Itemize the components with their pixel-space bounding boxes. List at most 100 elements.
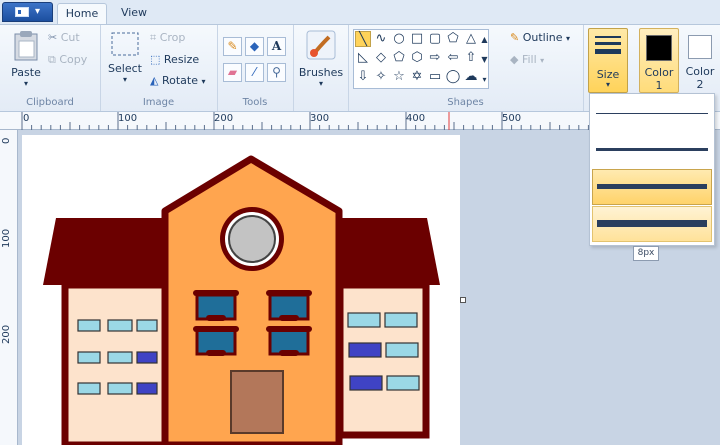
tab-home[interactable]: Home [57, 3, 107, 24]
copy-label: Copy [59, 53, 88, 66]
outline-button[interactable]: ✎ Outline ▾ [510, 31, 570, 44]
left-wing-windows [77, 319, 158, 395]
size-option-1px[interactable] [592, 96, 712, 132]
paint-menu-icon [15, 7, 29, 17]
brushes-button[interactable]: Brushes ▾ [298, 29, 344, 88]
ribbon-tab-bar: ▾ Home View [0, 0, 720, 24]
shapes-group-label: Shapes [447, 97, 484, 108]
color-picker-icon[interactable]: ⁄ [245, 63, 264, 82]
star-six-shape-icon[interactable]: ✡ [409, 69, 425, 85]
color1-swatch [646, 35, 672, 61]
ruler-label: 0 [23, 113, 30, 124]
magnifier-icon[interactable]: ⚲ [267, 63, 286, 82]
size-line-icon [595, 36, 621, 38]
copy-icon: ⧉ [48, 53, 56, 66]
image-group: Select ▾ ⌗ Crop ⬚ Resize ◭ Rotate ▾ Imag… [100, 25, 218, 111]
rounded-rectangle-shape-icon[interactable]: ▢ [427, 31, 443, 47]
color2-button[interactable]: Color 2 [682, 28, 718, 93]
chevron-down-icon: ▾ [122, 75, 127, 84]
scissors-icon: ✂ [48, 31, 58, 44]
clock-face [228, 215, 276, 263]
size-dropdown [589, 93, 715, 246]
gallery-scroll-down-icon[interactable]: ▼ [480, 52, 489, 68]
gallery-scroll-up-icon[interactable]: ▲ [480, 32, 489, 48]
house-drawing [43, 155, 440, 445]
fill-label: Fill [521, 53, 537, 66]
door [230, 370, 284, 434]
drawing-canvas[interactable] [22, 135, 460, 445]
fill-bucket-icon[interactable]: ◆ [245, 37, 264, 56]
triangle-shape-icon[interactable]: △ [463, 31, 479, 47]
rotate-button[interactable]: ◭ Rotate ▾ [150, 74, 206, 87]
callout-cloud-shape-icon[interactable]: ☁ [463, 69, 479, 85]
callout-oval-shape-icon[interactable]: ◯ [445, 69, 461, 85]
copy-button[interactable]: ⧉ Copy [48, 53, 87, 67]
rotate-label: Rotate [161, 74, 198, 87]
shapes-gallery: ╲ ∿ ○ □ ▢ ⬠ △ ◺ ◇ ⬠ ⬡ ⇨ ⇦ ⇧ ⇩ ✧ ☆ ✡ ▭ ◯ … [353, 29, 489, 89]
size-option-8px[interactable] [592, 206, 712, 242]
rotate-icon: ◭ [150, 74, 159, 87]
paste-button[interactable]: Paste ▾ [8, 29, 44, 88]
chevron-down-icon: ▾ [23, 79, 28, 88]
image-group-label: Image [142, 97, 175, 108]
arrow-right-shape-icon[interactable]: ⇨ [427, 50, 443, 66]
outline-icon: ✎ [510, 31, 520, 44]
star-four-shape-icon[interactable]: ✧ [373, 69, 389, 85]
size-8px-line [597, 220, 707, 227]
curve-shape-icon[interactable]: ∿ [373, 31, 389, 47]
arrow-down-shape-icon[interactable]: ⇩ [355, 69, 371, 85]
canvas-resize-handle[interactable] [460, 297, 466, 303]
star-five-shape-icon[interactable]: ☆ [391, 69, 407, 85]
arrow-left-shape-icon[interactable]: ⇦ [445, 50, 461, 66]
left-wing-roof [43, 218, 167, 285]
line-shape-icon[interactable]: ╲ [355, 31, 371, 47]
outline-label: Outline [522, 31, 563, 44]
resize-button[interactable]: ⬚ Resize [150, 53, 199, 66]
callout-rounded-shape-icon[interactable]: ▭ [427, 69, 443, 85]
crop-icon: ⌗ [150, 31, 157, 44]
pentagon-shape-icon[interactable]: ⬠ [391, 50, 407, 66]
cut-button[interactable]: ✂ Cut [48, 31, 80, 44]
size-option-5px[interactable] [592, 169, 712, 205]
brushes-group: Brushes ▾ [293, 25, 349, 111]
left-wing-body [61, 281, 171, 445]
ruler-label: 200 [214, 113, 234, 124]
color1-button[interactable]: Color 1 [639, 28, 679, 93]
color2-label: Color 2 [685, 65, 715, 91]
size-line-icon [595, 49, 621, 54]
oval-shape-icon[interactable]: ○ [391, 31, 407, 47]
chevron-down-icon: ▾ [540, 56, 545, 65]
chevron-down-icon: ▾ [318, 79, 323, 88]
brush-icon [306, 30, 336, 60]
diamond-shape-icon[interactable]: ◇ [373, 50, 389, 66]
brushes-label: Brushes [298, 66, 344, 79]
text-tool-icon[interactable]: A [267, 37, 286, 56]
eraser-icon[interactable]: ▰ [223, 63, 242, 82]
shapes-group: ╲ ∿ ○ □ ▢ ⬠ △ ◺ ◇ ⬠ ⬡ ⇨ ⇦ ⇧ ⇩ ✧ ☆ ✡ ▭ ◯ … [348, 25, 584, 111]
vertical-ruler: 0 100 200 [0, 130, 18, 445]
size-option-3px[interactable] [592, 132, 712, 168]
clipboard-group: Paste ▾ ✂ Cut ⧉ Copy Clipboard [0, 25, 101, 111]
right-triangle-shape-icon[interactable]: ◺ [355, 50, 371, 66]
ruler-label: 0 [1, 137, 12, 144]
hexagon-shape-icon[interactable]: ⬡ [409, 50, 425, 66]
selection-rectangle-icon [111, 32, 139, 56]
select-button[interactable]: Select ▾ [108, 31, 142, 84]
right-wing-body [336, 281, 430, 439]
crop-button[interactable]: ⌗ Crop [150, 31, 185, 45]
color2-swatch [688, 35, 712, 59]
size-button[interactable]: Size ▾ [588, 28, 628, 93]
chevron-down-icon: ▾ [35, 6, 41, 17]
rectangle-shape-icon[interactable]: □ [409, 31, 425, 47]
chevron-down-icon: ▾ [605, 80, 610, 89]
arrow-up-shape-icon[interactable]: ⇧ [463, 50, 479, 66]
paint-menu-button[interactable]: ▾ [2, 2, 53, 22]
fill-button[interactable]: ◆ Fill ▾ [510, 53, 544, 66]
tab-view[interactable]: View [112, 3, 156, 24]
polygon-shape-icon[interactable]: ⬠ [445, 31, 461, 47]
gallery-expand-icon[interactable]: ▾ [480, 72, 489, 88]
pencil-icon[interactable]: ✎ [223, 37, 242, 56]
size-tooltip: 8px [633, 246, 659, 261]
crop-label: Crop [159, 31, 186, 44]
size-line-icon [595, 42, 621, 45]
